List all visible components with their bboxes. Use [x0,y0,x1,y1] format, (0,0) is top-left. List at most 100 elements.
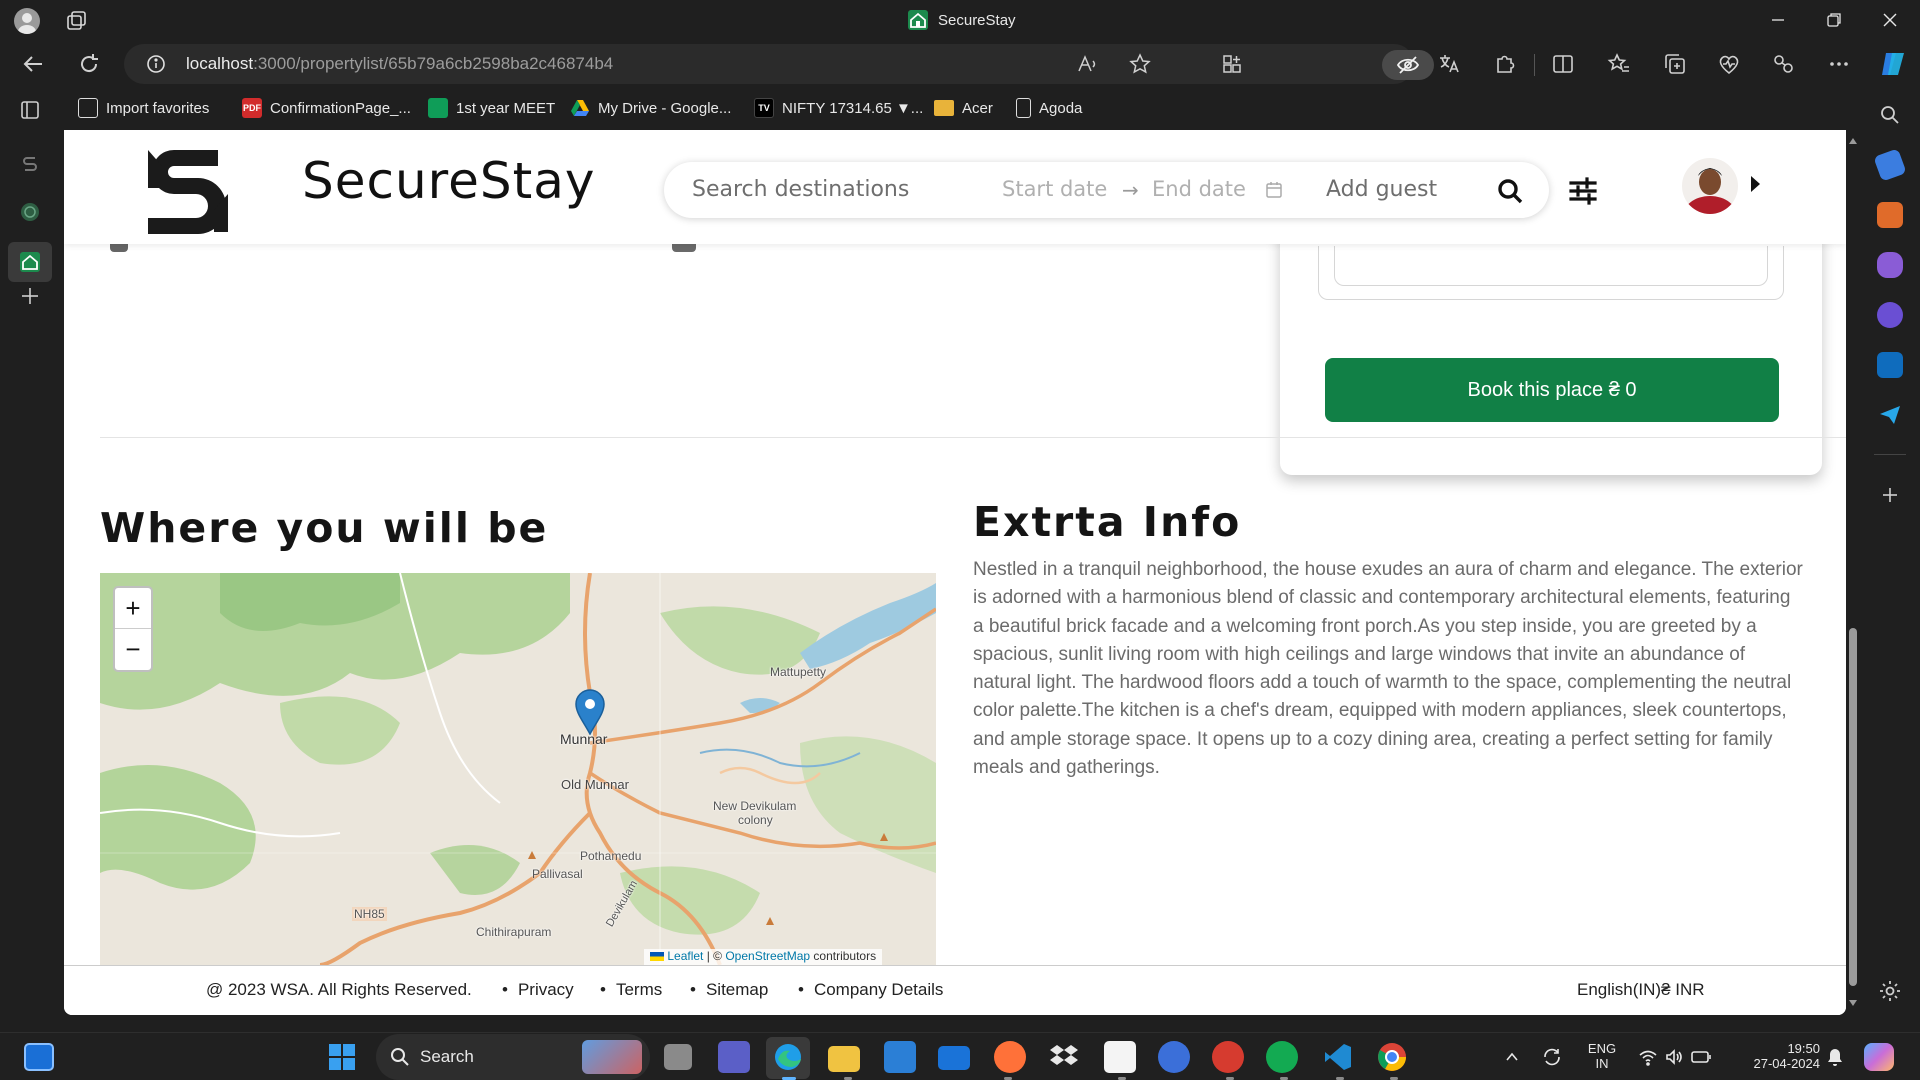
vscode-icon[interactable] [1322,1041,1354,1073]
ukraine-flag-icon [650,952,664,962]
translate-icon[interactable] [1436,51,1462,77]
collections-icon[interactable] [1662,51,1688,77]
location-map[interactable]: Munnar Old Munnar Mattupetty New Devikul… [100,573,936,965]
destination-search-input[interactable]: Search destinations [692,177,909,202]
securestay-logo[interactable] [140,142,232,240]
add-guest-input[interactable]: Add guest [1326,177,1437,202]
copilot-sidebar-icon[interactable] [1877,302,1903,328]
microsoft-store-icon[interactable] [884,1041,916,1073]
games-icon[interactable] [1877,252,1903,278]
add-sidebar-app-icon[interactable] [1877,482,1903,508]
end-date-input[interactable]: End date [1152,177,1246,201]
tab-actions-icon[interactable] [16,96,44,124]
footer-link-company-details[interactable]: Company Details [798,980,943,1000]
footer-link-privacy[interactable]: Privacy [502,980,574,1000]
location-marker-icon[interactable] [575,689,605,735]
url-text[interactable]: localhost:3000/propertylist/65b79a6cb259… [186,54,613,74]
copilot-icon[interactable] [1878,49,1908,79]
app-available-icon[interactable] [1220,52,1246,78]
favorite-meet[interactable]: 1st year MEET [428,96,555,120]
zoom-in-button[interactable]: + [115,588,151,629]
favorite-import[interactable]: Import favorites [78,96,209,120]
volume-icon[interactable] [1664,1047,1684,1067]
language-indicator[interactable]: ENG IN [1582,1041,1622,1071]
favorite-nifty[interactable]: TV NIFTY 17314.65 ▼... [754,96,923,120]
task-view-icon[interactable] [664,1044,692,1070]
show-hidden-icons-chevron-icon[interactable] [1504,1049,1520,1065]
search-submit-icon[interactable] [1496,177,1524,205]
sync-app-icon[interactable] [1158,1041,1190,1073]
tab-active-highlight[interactable] [8,242,52,282]
scroll-up-arrow-icon[interactable] [1848,136,1858,146]
dropbox-icon[interactable] [1048,1041,1080,1073]
refresh-icon[interactable] [76,51,102,77]
zoom-out-button[interactable]: − [115,629,151,670]
mail-icon[interactable] [938,1046,970,1070]
tab-chatgpt-icon[interactable] [16,198,44,226]
teams-icon[interactable] [718,1041,750,1073]
mongodb-compass-icon[interactable] [1266,1041,1298,1073]
copilot-share-icon[interactable] [1770,51,1796,77]
battery-icon[interactable] [1690,1048,1712,1066]
brand-name[interactable]: SecureStay [302,152,595,210]
close-icon[interactable] [1878,8,1902,32]
filters-sliders-icon[interactable] [1568,176,1598,206]
favorite-acer[interactable]: Acer [934,96,993,120]
scroll-thumb[interactable] [1849,628,1857,986]
widgets-icon[interactable] [24,1043,54,1071]
onedrive-sync-icon[interactable] [1540,1045,1564,1069]
notification-bell-icon[interactable] [1826,1047,1844,1067]
copilot-taskbar-icon[interactable] [1864,1043,1894,1071]
amazon-icon[interactable] [1104,1041,1136,1073]
start-windows-icon[interactable] [326,1041,358,1073]
footer-link-terms[interactable]: Terms [600,980,662,1000]
settings-gear-icon[interactable] [1877,978,1903,1004]
booking-field-inner[interactable] [1334,246,1768,286]
user-avatar[interactable] [1682,158,1738,214]
tracking-prevention-pill[interactable] [1382,50,1434,80]
openstreetmap-link[interactable]: OpenStreetMap [725,949,810,963]
split-screen-icon[interactable] [1550,51,1576,77]
read-aloud-icon[interactable] [1076,52,1102,78]
favorites-icon[interactable] [1606,51,1632,77]
tab-securestay-inactive-icon[interactable] [16,150,44,178]
file-explorer-icon[interactable] [828,1046,860,1072]
clock[interactable]: 19:50 27-04-2024 [1724,1041,1821,1071]
more-menu-icon[interactable] [1826,51,1852,77]
leaflet-link[interactable]: Leaflet [667,949,703,963]
browser-essentials-icon[interactable] [1716,51,1742,77]
chrome-icon[interactable] [1376,1041,1408,1073]
wifi-icon[interactable] [1638,1047,1658,1067]
restore-icon[interactable] [1822,8,1846,32]
minimize-icon[interactable] [1766,8,1790,32]
favorite-star-icon[interactable] [1128,52,1154,78]
scroll-down-arrow-icon[interactable] [1848,998,1858,1008]
firefox-icon[interactable] [994,1041,1026,1073]
taskbar-search[interactable]: Search [376,1034,650,1080]
site-info-icon[interactable] [146,54,166,74]
back-icon[interactable] [20,51,46,77]
edge-icon[interactable] [772,1041,804,1073]
shopping-tag-icon[interactable] [1873,148,1907,182]
favorite-agoda[interactable]: Agoda [1016,96,1082,120]
extensions-icon[interactable] [1492,51,1518,77]
avatar-dropdown-caret-icon[interactable] [1748,174,1762,194]
footer-locale[interactable]: English(IN)₴ INR [1577,980,1705,1000]
workspaces-icon[interactable] [66,10,88,32]
new-tab-icon[interactable] [16,282,44,310]
tools-icon[interactable] [1877,202,1903,228]
favorite-google-drive[interactable]: My Drive - Google... [570,96,731,120]
address-bar[interactable]: localhost:3000/propertylist/65b79a6cb259… [124,44,1434,84]
outlook-icon[interactable] [1877,352,1903,378]
book-this-place-button[interactable]: Book this place ₴ 0 [1325,358,1779,422]
search-icon[interactable] [1877,102,1903,128]
favorite-confirmation-page[interactable]: PDF ConfirmationPage_... [242,96,411,120]
profile-icon[interactable] [14,8,40,34]
start-date-input[interactable]: Start date [1002,177,1107,201]
wps-office-icon[interactable] [1212,1041,1244,1073]
footer-link-sitemap[interactable]: Sitemap [690,980,768,1000]
send-icon[interactable] [1877,402,1903,428]
calendar-icon[interactable] [1264,180,1284,200]
site-footer: @ 2023 WSA. All Rights Reserved. Privacy… [64,965,1846,1015]
page-scrollbar[interactable] [1846,130,1860,1015]
